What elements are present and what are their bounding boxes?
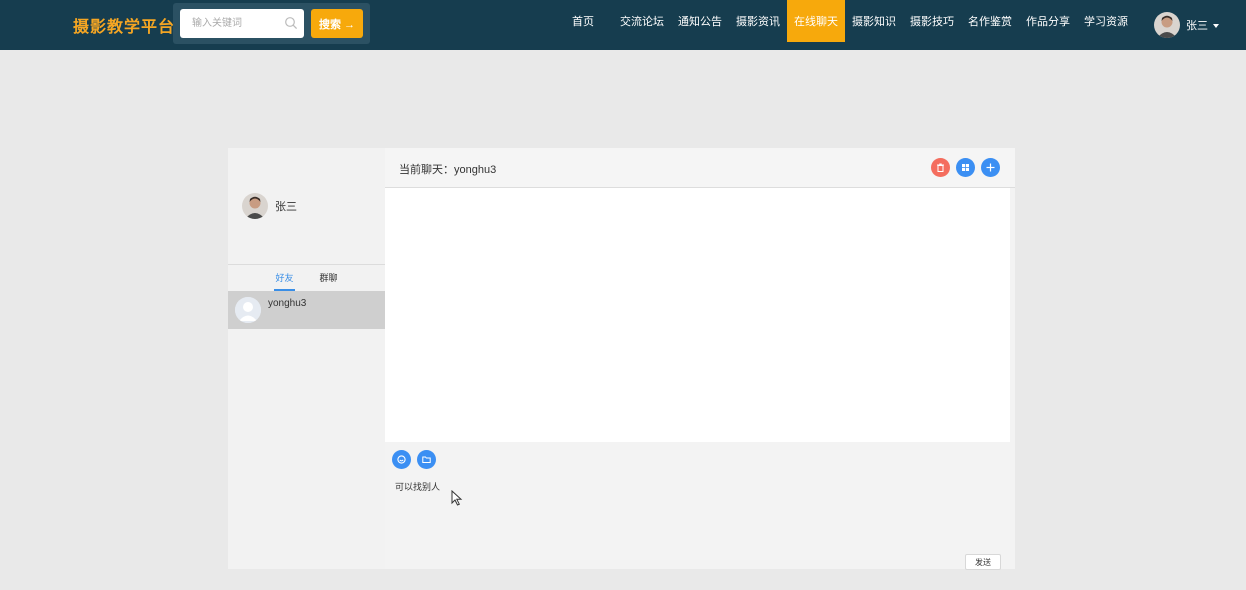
user-menu[interactable]: 张三	[1154, 12, 1219, 38]
grid-icon	[962, 164, 969, 171]
send-button[interactable]: 发送	[965, 554, 1001, 570]
file-button[interactable]	[417, 450, 436, 469]
folder-icon	[422, 456, 431, 463]
search-bar: 搜索 →	[173, 3, 370, 44]
brand-logo[interactable]: 摄影教学平台	[73, 13, 175, 37]
add-button[interactable]	[981, 158, 1000, 177]
chat-main: 当前聊天：yonghu3 发送	[385, 148, 1015, 570]
input-toolbar	[385, 442, 1015, 472]
nav-item-resources[interactable]: 学习资源	[1077, 0, 1135, 42]
contact-name: yonghu3	[268, 298, 307, 309]
tab-group-chat[interactable]: 群聊	[320, 265, 338, 291]
nav-item-masterpieces[interactable]: 名作鉴赏	[961, 0, 1019, 42]
chevron-down-icon	[1213, 24, 1219, 28]
top-navbar: 摄影教学平台 搜索 → 首页 交流论坛 通知公告 摄影资讯 在线聊天 摄影知识 …	[0, 0, 1246, 50]
contact-item[interactable]: yonghu3	[228, 291, 385, 329]
search-icon	[284, 16, 298, 30]
chat-header: 当前聊天：yonghu3	[385, 148, 1015, 188]
search-button[interactable]: 搜索 →	[311, 9, 363, 38]
menu-button[interactable]	[956, 158, 975, 177]
message-list[interactable]	[385, 188, 1010, 442]
main-nav: 首页 交流论坛 通知公告 摄影资讯 在线聊天 摄影知识 摄影技巧 名作鉴赏 作品…	[565, 0, 1135, 42]
current-user-name: 张三	[275, 201, 297, 213]
chat-panel: 张三 好友 群聊 yonghu3 当前聊天：yonghu3 可以找别人 发送	[228, 148, 1015, 570]
trash-icon	[937, 163, 944, 172]
chat-sidebar: 张三 好友 群聊 yonghu3	[228, 148, 385, 569]
delete-button[interactable]	[931, 158, 950, 177]
nav-item-forum[interactable]: 交流论坛	[613, 0, 671, 42]
nav-item-works-share[interactable]: 作品分享	[1019, 0, 1077, 42]
contact-tabs: 好友 群聊	[228, 264, 385, 291]
user-name: 张三	[1186, 20, 1208, 32]
nav-item-knowledge[interactable]: 摄影知识	[845, 0, 903, 42]
mouse-cursor-icon	[451, 489, 463, 506]
avatar	[235, 297, 261, 323]
emoji-icon	[397, 455, 406, 464]
avatar	[1154, 12, 1180, 38]
current-user: 张三	[242, 193, 297, 219]
nav-item-news[interactable]: 摄影资讯	[729, 0, 787, 42]
nav-item-notices[interactable]: 通知公告	[671, 0, 729, 42]
message-input[interactable]	[391, 476, 991, 546]
plus-icon	[986, 163, 995, 172]
chat-title: 当前聊天：yonghu3	[399, 164, 497, 176]
emoji-button[interactable]	[392, 450, 411, 469]
nav-item-home[interactable]: 首页	[565, 0, 601, 42]
tab-friends[interactable]: 好友	[274, 265, 295, 291]
avatar	[242, 193, 268, 219]
nav-item-online-chat[interactable]: 在线聊天	[787, 0, 845, 42]
nav-item-techniques[interactable]: 摄影技巧	[903, 0, 961, 42]
